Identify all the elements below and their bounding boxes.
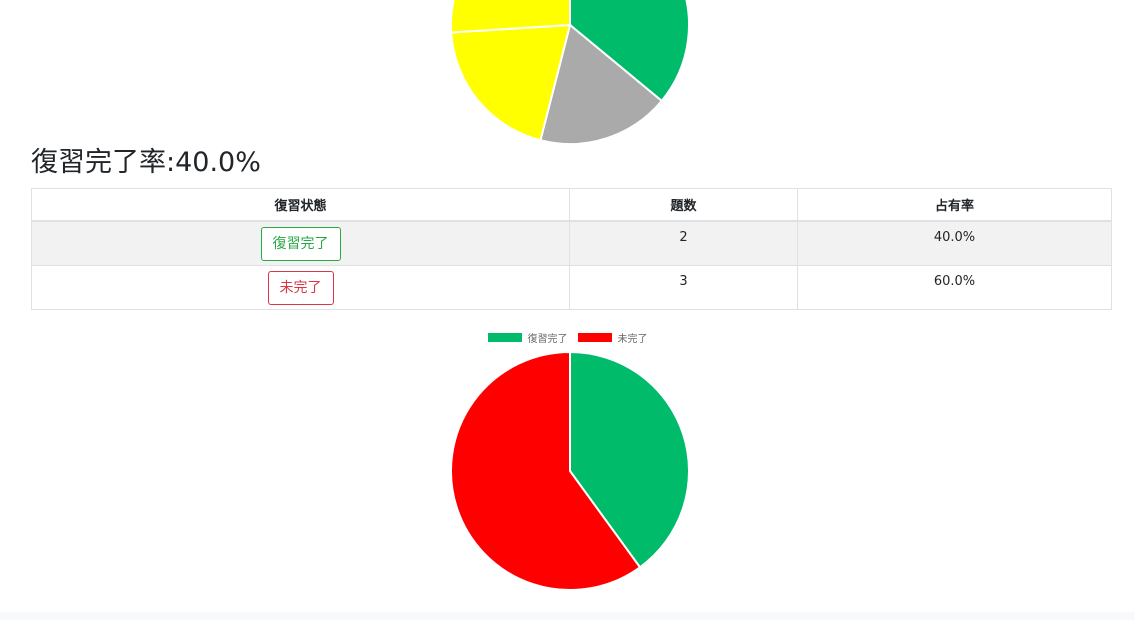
- top-pie-chart: [450, 0, 690, 145]
- status-cell: 復習完了: [31, 220, 570, 266]
- review-status-pie-chart: [450, 350, 690, 591]
- header-share: 占有率: [797, 188, 1112, 222]
- share-cell: 60.0%: [797, 265, 1112, 310]
- legend-label-incomplete: 未完了: [617, 333, 648, 345]
- legend-label-complete: 復習完了: [527, 333, 568, 345]
- table-row: 未完了 3 60.0%: [31, 265, 1112, 310]
- chart-legend: 復習完了 未完了: [0, 329, 1135, 345]
- status-cell: 未完了: [31, 265, 570, 310]
- count-cell: 3: [569, 265, 798, 310]
- review-status-table: 復習状態 題数 占有率 復習完了 2 40.0% 未完了 3 60.0%: [31, 188, 1112, 310]
- legend-item-incomplete[interactable]: 未完了: [577, 330, 648, 345]
- page: 復習完了率:40.0% 復習状態 題数 占有率 復習完了 2 40.0% 未完了…: [0, 0, 1135, 620]
- legend-swatch-complete: [487, 332, 522, 342]
- completion-rate-value: 40.0%: [175, 147, 261, 178]
- table-header-row: 復習状態 題数 占有率: [31, 188, 1112, 222]
- header-status: 復習状態: [31, 188, 570, 222]
- table-row: 復習完了 2 40.0%: [31, 220, 1112, 266]
- completion-rate-heading: 復習完了率:40.0%: [31, 144, 261, 182]
- count-cell: 2: [569, 220, 798, 266]
- share-cell: 40.0%: [797, 220, 1112, 266]
- completion-rate-label: 復習完了率:: [31, 147, 176, 178]
- header-count: 題数: [569, 188, 798, 222]
- legend-item-complete[interactable]: 復習完了: [487, 330, 568, 345]
- page-bottom-band: [0, 612, 1135, 620]
- incomplete-button[interactable]: 未完了: [267, 271, 334, 305]
- legend-swatch-incomplete: [577, 332, 612, 342]
- review-complete-button[interactable]: 復習完了: [260, 227, 341, 261]
